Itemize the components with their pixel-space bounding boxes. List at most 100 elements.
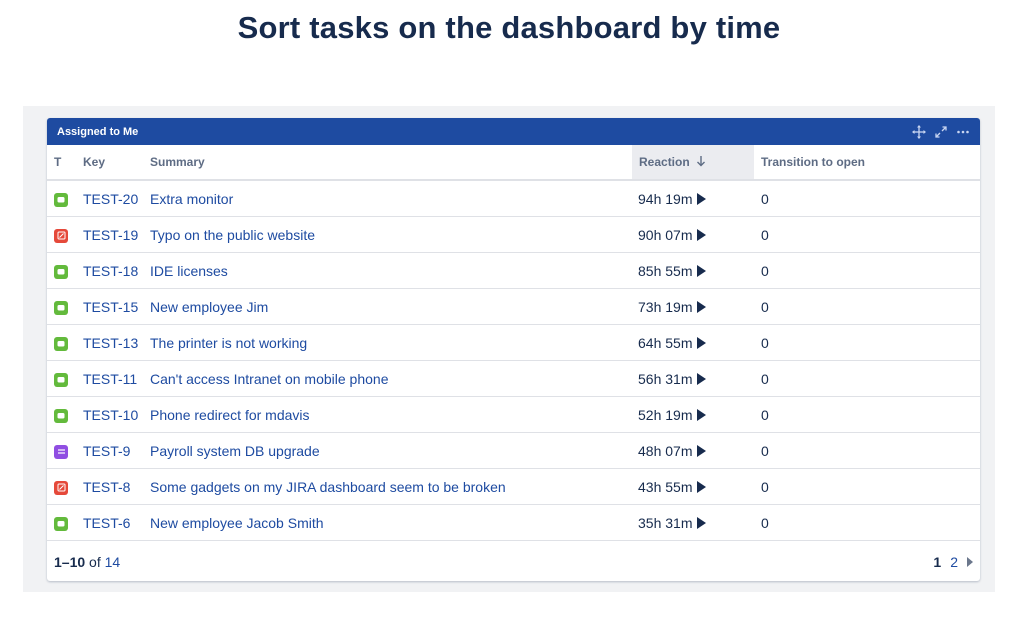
table-row: TEST-15 New employee Jim 73h 19m 0 [47, 288, 980, 325]
play-icon[interactable] [697, 408, 707, 421]
table-row: TEST-11 Can't access Intranet on mobile p… [47, 360, 980, 397]
column-header-type[interactable]: T [47, 145, 83, 181]
play-icon[interactable] [697, 264, 707, 277]
column-header-transition[interactable]: Transition to open [754, 145, 980, 181]
summary-cell: Payroll system DB upgrade [150, 432, 632, 469]
key-cell: TEST-18 [83, 252, 150, 289]
play-icon[interactable] [697, 300, 707, 313]
issue-key-link[interactable]: TEST-11 [83, 371, 137, 387]
issue-key-link[interactable]: TEST-10 [83, 407, 138, 423]
play-icon[interactable] [697, 516, 707, 529]
reaction-cell: 56h 31m [632, 360, 754, 397]
next-page-icon[interactable] [967, 557, 973, 567]
reaction-value: 52h 19m [638, 406, 693, 423]
reaction-cell: 64h 55m [632, 324, 754, 361]
transition-cell: 0 [754, 396, 980, 433]
transition-cell: 0 [754, 216, 980, 253]
reaction-cell: 85h 55m [632, 252, 754, 289]
type-cell [47, 180, 83, 217]
service-request-icon [54, 372, 68, 387]
expand-icon[interactable] [934, 125, 948, 139]
reaction-value: 35h 31m [638, 514, 693, 531]
table-footer: 1–10 of 14 1 2 [47, 543, 980, 581]
page-title: Sort tasks on the dashboard by time [237, 10, 781, 45]
type-cell [47, 324, 83, 361]
service-request-icon [54, 192, 68, 207]
issue-key-link[interactable]: TEST-20 [83, 191, 138, 207]
transition-cell: 0 [754, 324, 980, 361]
column-header-reaction[interactable]: Reaction [632, 145, 754, 181]
column-header-summary[interactable]: Summary [150, 145, 632, 181]
summary-cell: Extra monitor [150, 180, 632, 217]
page-2[interactable]: 2 [950, 554, 958, 570]
issue-key-link[interactable]: TEST-18 [83, 263, 138, 279]
reaction-value: 85h 55m [638, 262, 693, 279]
total-count-link[interactable]: 14 [105, 554, 121, 570]
key-cell: TEST-20 [83, 180, 150, 217]
key-cell: TEST-9 [83, 432, 150, 469]
summary-cell: Phone redirect for mdavis [150, 396, 632, 433]
reaction-value: 64h 55m [638, 334, 693, 351]
service-request-icon [54, 300, 68, 315]
move-icon[interactable] [912, 124, 926, 139]
summary-cell: IDE licenses [150, 252, 632, 289]
issue-key-link[interactable]: TEST-15 [83, 299, 138, 315]
issue-key-link[interactable]: TEST-19 [83, 227, 138, 243]
issue-summary-link[interactable]: Some gadgets on my JIRA dashboard seem t… [150, 479, 506, 495]
summary-cell: The printer is not working [150, 324, 632, 361]
of-label: of [89, 554, 101, 570]
gadget-header: Assigned to Me [47, 118, 980, 145]
sort-descending-icon [697, 156, 706, 167]
summary-cell: Typo on the public website [150, 216, 632, 253]
type-cell [47, 288, 83, 325]
reaction-value: 94h 19m [638, 190, 693, 207]
column-header-key[interactable]: Key [83, 145, 150, 181]
issue-key-link[interactable]: TEST-8 [83, 479, 130, 495]
issue-summary-link[interactable]: New employee Jacob Smith [150, 515, 324, 531]
reaction-cell: 90h 07m [632, 216, 754, 253]
key-cell: TEST-13 [83, 324, 150, 361]
reaction-value: 73h 19m [638, 298, 693, 315]
incident-icon [54, 228, 68, 243]
service-request-icon [54, 408, 68, 423]
reaction-cell: 35h 31m [632, 504, 754, 541]
issue-key-link[interactable]: TEST-9 [83, 443, 130, 459]
issue-key-link[interactable]: TEST-6 [83, 515, 130, 531]
issue-summary-link[interactable]: IDE licenses [150, 263, 228, 279]
key-cell: TEST-19 [83, 216, 150, 253]
transition-cell: 0 [754, 180, 980, 217]
play-icon[interactable] [697, 336, 707, 349]
column-header-reaction-label: Reaction [639, 155, 690, 169]
key-cell: TEST-11 [83, 360, 150, 397]
reaction-cell: 48h 07m [632, 432, 754, 469]
reaction-value: 90h 07m [638, 226, 693, 243]
summary-cell: New employee Jim [150, 288, 632, 325]
table-row: TEST-20 Extra monitor 94h 19m 0 [47, 180, 980, 217]
issue-summary-link[interactable]: Phone redirect for mdavis [150, 407, 310, 423]
play-icon[interactable] [697, 444, 707, 457]
reaction-cell: 73h 19m [632, 288, 754, 325]
page-1[interactable]: 1 [933, 554, 941, 570]
issue-summary-link[interactable]: New employee Jim [150, 299, 268, 315]
transition-cell: 0 [754, 504, 980, 541]
more-icon[interactable] [956, 125, 970, 139]
transition-cell: 0 [754, 288, 980, 325]
table-body: TEST-20 Extra monitor 94h 19m 0 TEST-19 Typo … [47, 180, 980, 541]
play-icon[interactable] [697, 372, 707, 385]
summary-cell: New employee Jacob Smith [150, 504, 632, 541]
issue-summary-link[interactable]: Extra monitor [150, 191, 233, 207]
issue-summary-link[interactable]: Payroll system DB upgrade [150, 443, 320, 459]
issue-summary-link[interactable]: Can't access Intranet on mobile phone [150, 371, 389, 387]
play-icon[interactable] [697, 192, 707, 205]
key-cell: TEST-10 [83, 396, 150, 433]
assigned-to-me-gadget: Assigned to Me T Key Summary Reaction Tr… [47, 118, 980, 581]
play-icon[interactable] [697, 480, 707, 493]
type-cell [47, 468, 83, 505]
issue-summary-link[interactable]: The printer is not working [150, 335, 307, 351]
table-row: TEST-19 Typo on the public website 90h 07m… [47, 216, 980, 253]
issue-key-link[interactable]: TEST-13 [83, 335, 138, 351]
reaction-cell: 94h 19m [632, 180, 754, 217]
play-icon[interactable] [697, 228, 707, 241]
issue-summary-link[interactable]: Typo on the public website [150, 227, 315, 243]
transition-cell: 0 [754, 360, 980, 397]
